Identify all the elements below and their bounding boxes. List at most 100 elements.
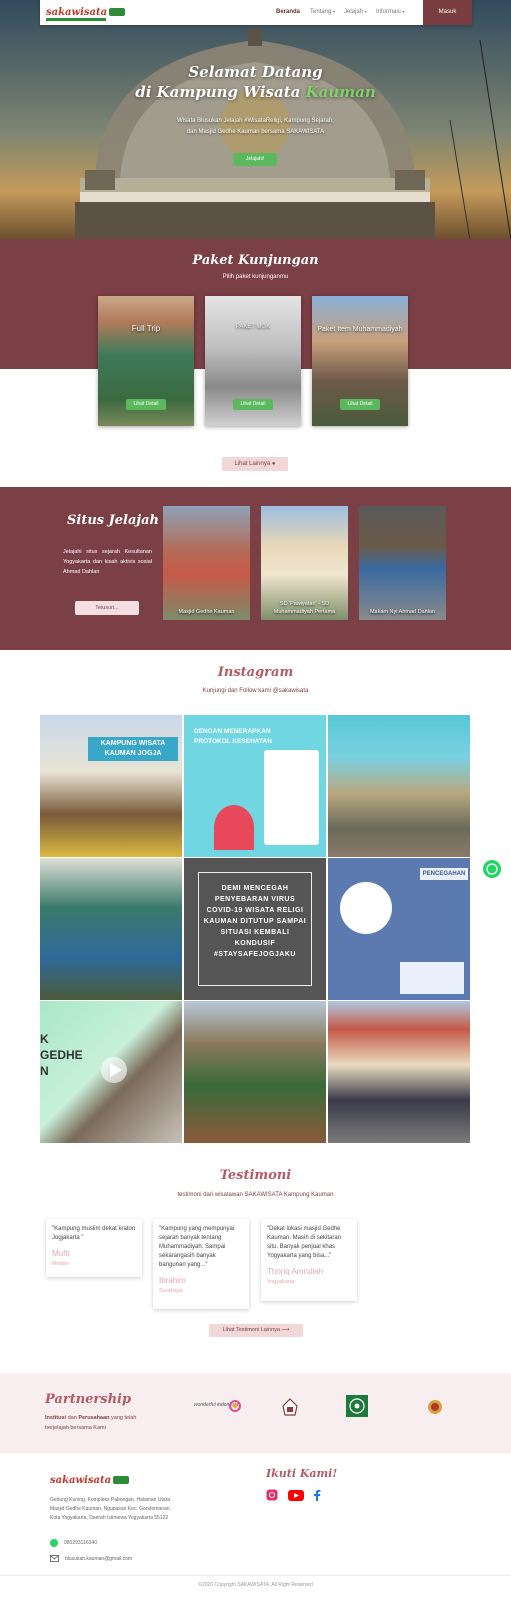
testimoni-quote: "Kampung yang mempunyai sejarah banyak t… — [159, 1226, 235, 1268]
testimoni-card: "Dekat lokasi masjid Gedhe Kauman. Masih… — [261, 1219, 357, 1301]
instagram-post[interactable]: PENCEGAHAN — [328, 858, 470, 1000]
testimoni-card: "Kampung muslim dekat kraton Jogjakarta … — [46, 1219, 142, 1277]
testimoni-quote: "Dekat lokasi masjid Gedhe Kauman. Masih… — [267, 1226, 342, 1259]
instagram-post-checklist — [264, 750, 319, 845]
facebook-icon[interactable] — [313, 1489, 321, 1501]
hero-title-highlight: Kauman — [305, 83, 376, 101]
situs-card-masjid[interactable]: Masjid Gedhe Kauman — [163, 506, 250, 620]
instagram-post[interactable] — [40, 858, 182, 1000]
footer-divider — [0, 1575, 511, 1576]
lihat-detail-button[interactable]: Lihat Detail — [340, 399, 380, 410]
testimoni-city: Surabaya — [159, 1288, 183, 1294]
situs-card-label: Masjid Gedhe Kauman — [178, 609, 235, 615]
situs-card-sd-pawiyatan[interactable]: SD 'Pawiyatan' - SD Muhammadiyah Pertama — [261, 506, 348, 620]
footer-email[interactable]: blusukan.kauman@gmail.com — [65, 1556, 132, 1562]
brand-underline — [46, 18, 106, 21]
instagram-title: Instagram — [217, 665, 294, 680]
footer-logo[interactable]: sakawisata — [50, 1473, 130, 1487]
testimoni-city: Yogyakarta — [267, 1279, 295, 1285]
telusuri-button[interactable]: Telusuri... — [75, 601, 139, 615]
partner-logo-wonderful-indonesia: wonderful indonesia — [194, 1398, 244, 1414]
instagram-post-panel — [400, 962, 464, 994]
testimoni-subtitle: testimoni dari wisatawan SAKAWISATA Kamp… — [177, 1192, 334, 1198]
instagram-post-text: KAMPUNG WISATA KAUMAN JOGJA — [88, 737, 178, 761]
lihat-lainnya-button[interactable]: Lihat Lainnya ● — [222, 457, 288, 471]
footer-email-row: blusukan.kauman@gmail.com — [50, 1555, 132, 1562]
partnership-desc-bold1: Institusi — [45, 1415, 67, 1421]
instagram-post[interactable] — [328, 1001, 470, 1143]
navbar: sakawisata Beranda Tentang ▾ Jelajah ▾ I… — [40, 0, 472, 25]
nav-beranda[interactable]: Beranda — [276, 9, 300, 15]
youtube-icon[interactable] — [288, 1490, 304, 1501]
brand-badge-icon — [113, 1476, 130, 1484]
instagram-post-text: DEMI MENCEGAH PENYEBARAN VIRUS COVID-19 … — [198, 872, 312, 986]
instagram-post-text: K GEDHE N — [40, 1032, 83, 1078]
footer-address: Gedung Kuning, Kompleks Pabongan, Halama… — [50, 1497, 171, 1521]
instagram-post[interactable]: DEMI MENCEGAH PENYEBARAN VIRUS COVID-19 … — [184, 858, 326, 1000]
whatsapp-icon — [50, 1539, 58, 1547]
hero-title-line1: Selamat Datang — [188, 63, 323, 81]
play-icon[interactable] — [100, 1056, 128, 1084]
envelope-icon — [50, 1555, 59, 1562]
chevron-down-icon: ▾ — [364, 9, 367, 14]
testimoni-quote: "Kampung muslim dekat kraton Jogjakarta … — [52, 1226, 136, 1241]
paket-card-label: PAKET MGK — [235, 324, 271, 330]
hero-title-prefix: di Kampung Wisata — [135, 83, 306, 101]
hero-section: Selamat Datang di Kampung Wisata Kauman … — [0, 0, 511, 240]
instagram-post[interactable]: KAMPUNG WISATA KAUMAN JOGJA — [40, 715, 182, 857]
partner-logo-4-icon — [428, 1400, 442, 1414]
paket-card-full-trip[interactable]: Full Trip Lihat Detail — [98, 296, 194, 426]
paket-card-label: Full Trip — [131, 324, 161, 333]
testimoni-name: Mufti — [52, 1249, 70, 1258]
testimoni-name: Thoriq Amrullah — [267, 1267, 324, 1276]
situs-card-makam[interactable]: Makam Nyi Ahmad Dahlan — [359, 506, 446, 620]
paket-card-label: Paket Item Muhammadiyah — [317, 326, 403, 333]
instagram-post-figure — [214, 805, 254, 850]
paket-card-muhammadiyah[interactable]: Paket Item Muhammadiyah Lihat Detail — [312, 296, 408, 426]
hero-subtitle-line2: dan Masjid Gedhe Kauman bersama SAKAWISA… — [186, 129, 325, 135]
paket-card-mgk[interactable]: PAKET MGK Lihat Detail — [205, 296, 301, 426]
login-button[interactable]: Masuk — [423, 0, 472, 25]
testimoni-title: Testimoni — [219, 1168, 292, 1183]
nav-tentang[interactable]: Tentang ▾ — [310, 9, 335, 15]
muhammadiyah-logo-icon — [346, 1395, 368, 1417]
partnership-description: Institusi dan Perusahaan yang telah berj… — [45, 1413, 155, 1433]
lihat-detail-button[interactable]: Lihat Detail — [233, 399, 273, 410]
hero-subtitle-line1: Wisata Blusukan Jelajah #WisataReligi, K… — [177, 118, 334, 124]
instagram-post-text: DENGAN MENERAPKAN PROTOKOL KESEHATAN — [194, 728, 272, 745]
chevron-down-icon: ▾ — [402, 9, 405, 14]
brand-logo[interactable]: sakawisata — [46, 5, 126, 21]
nav-informasi[interactable]: Informasi ▾ — [376, 9, 404, 15]
hero-subtitle: Wisata Blusukan Jelajah #WisataReligi, K… — [0, 116, 511, 138]
whatsapp-float-button[interactable] — [483, 860, 501, 878]
instagram-post[interactable] — [328, 715, 470, 857]
paket-subtitle: Pilih paket kunjunganmu — [222, 274, 289, 280]
instagram-post[interactable] — [184, 1001, 326, 1143]
virus-icon — [340, 882, 392, 934]
instagram-post[interactable]: K GEDHE N — [40, 1001, 182, 1143]
situs-title: Situs Jelajah — [67, 513, 159, 528]
testimoni-card: "Kampung yang mempunyai sejarah banyak t… — [153, 1219, 249, 1309]
brand-logo-text: sakawisata — [46, 6, 108, 18]
partner-logo-2-icon — [282, 1398, 298, 1416]
testimoni-city: Medan — [52, 1261, 69, 1267]
jelajahi-button[interactable]: Jelajahi! — [233, 153, 277, 166]
instagram-post[interactable]: DENGAN MENERAPKAN PROTOKOL KESEHATAN — [184, 715, 326, 857]
footer-logo-text: sakawisata — [50, 1474, 112, 1486]
instagram-icon[interactable] — [266, 1489, 278, 1501]
partnership-desc-bold2: Perusahaan — [78, 1415, 110, 1421]
situs-card-label: SD 'Pawiyatan' - SD Muhammadiyah Pertama — [273, 601, 336, 615]
whatsapp-icon — [486, 863, 498, 875]
nav-informasi-label: Informasi — [376, 9, 401, 15]
brand-badge-icon — [109, 8, 126, 16]
partnership-desc-mid: dan — [66, 1415, 79, 1421]
situs-description: Jelajahi situs sejarah Kesultanan Yogyak… — [63, 549, 152, 575]
testimoni-name: Ibrahim — [159, 1276, 186, 1285]
nav-jelajah-label: Jelajah — [344, 9, 364, 15]
nav-tentang-label: Tentang — [310, 9, 332, 15]
footer-phone[interactable]: 085293116340 — [64, 1540, 97, 1546]
lihat-testimoni-button[interactable]: Lihat Testimoni Lainnya ⟶ — [209, 1324, 303, 1337]
footer-phone-row: 085293116340 — [50, 1539, 97, 1547]
nav-jelajah[interactable]: Jelajah ▾ — [344, 9, 367, 15]
lihat-detail-button[interactable]: Lihat Detail — [126, 399, 166, 410]
